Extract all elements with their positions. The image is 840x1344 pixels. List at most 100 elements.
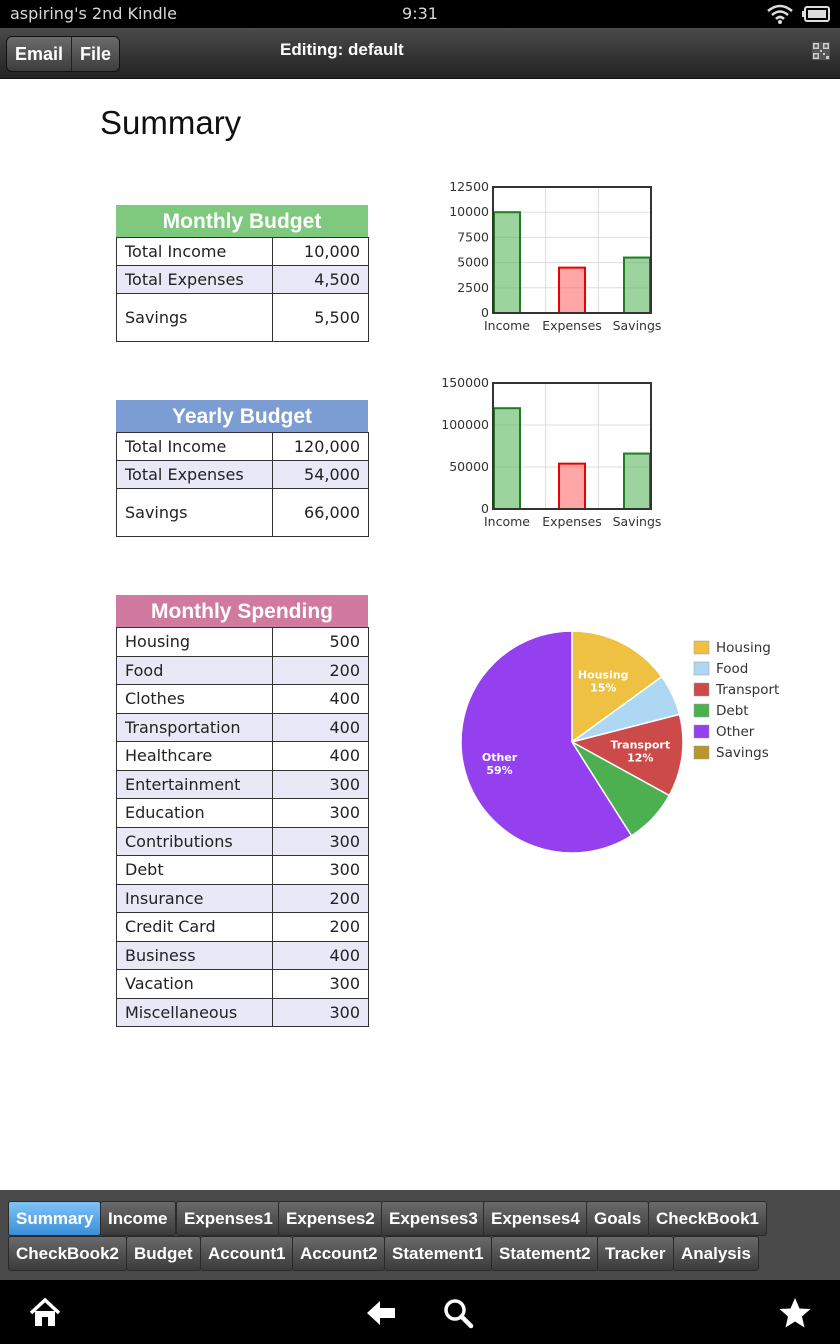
tab-statement1[interactable]: Statement1 xyxy=(384,1236,492,1271)
tab-income[interactable]: Income xyxy=(100,1201,176,1236)
table-cell-label: Total Income xyxy=(115,432,274,461)
table-row: Credit Card 200 xyxy=(115,912,369,942)
tab-expenses1[interactable]: Expenses1 xyxy=(176,1201,281,1236)
pie-slice-percent: 12% xyxy=(627,752,653,765)
back-icon[interactable] xyxy=(364,1296,398,1330)
table-cell-value: 300 xyxy=(272,798,369,828)
table-cell-label: Contributions xyxy=(115,826,274,856)
tab-budget[interactable]: Budget xyxy=(126,1236,201,1271)
table-row: Education 300 xyxy=(115,798,369,828)
monthly-budget-table: Total Income 10,000 Total Expenses 4,500… xyxy=(115,237,369,342)
bar xyxy=(558,462,586,510)
yearly-budget-table: Total Income 120,000 Total Expenses 54,0… xyxy=(115,432,369,537)
table-cell-value: 10,000 xyxy=(272,237,369,266)
tab-account2[interactable]: Account2 xyxy=(292,1236,386,1271)
y-tick-label: 100000 xyxy=(441,417,489,432)
monthly-spending-table: Housing 500 Food 200 Clothes 400 Transportatio… xyxy=(115,627,369,1027)
table-cell-value: 400 xyxy=(272,940,369,970)
sheet-tab-bar: Summary Income Expenses1 Expenses2 Expenses3… xyxy=(0,1190,840,1280)
table-cell-value: 400 xyxy=(272,684,369,714)
table-row: Vacation 300 xyxy=(115,969,369,999)
x-tick-label: Income xyxy=(484,514,530,529)
table-cell-value: 500 xyxy=(272,627,369,657)
yearly-budget-bar-chart: 050000100000150000Income Expenses Savings xyxy=(441,375,662,529)
table-row: Insurance 200 xyxy=(115,883,369,913)
file-button[interactable]: File xyxy=(71,37,120,71)
table-cell-label: Food xyxy=(115,655,274,685)
table-cell-label: Education xyxy=(115,798,274,828)
qr-code-icon[interactable] xyxy=(812,42,830,60)
y-tick-label: 150000 xyxy=(441,375,489,390)
table-cell-value: 400 xyxy=(272,712,369,742)
table-cell-value: 54,000 xyxy=(272,460,369,489)
legend-swatch xyxy=(693,682,710,697)
table-row: Entertainment 300 xyxy=(115,769,369,799)
x-tick-label: Expenses xyxy=(542,514,602,529)
table-cell-value: 400 xyxy=(272,741,369,771)
table-cell-label: Credit Card xyxy=(115,912,274,942)
tab-expenses3[interactable]: Expenses3 xyxy=(381,1201,486,1236)
legend-label: Other xyxy=(716,724,755,740)
monthly-budget-bar-chart: 02500500075001000012500Income Expenses Sav… xyxy=(449,179,661,333)
tab-statement2[interactable]: Statement2 xyxy=(491,1236,599,1271)
table-cell-label: Transportation xyxy=(115,712,274,742)
tab-checkbook1[interactable]: CheckBook1 xyxy=(648,1201,767,1236)
x-tick-label: Savings xyxy=(613,514,662,529)
y-tick-label: 10000 xyxy=(449,204,489,219)
table-row: Healthcare 400 xyxy=(115,741,369,771)
bar xyxy=(558,266,586,314)
spending-pie-chart: Housing15%Transport12%Other59%HousingFoo… xyxy=(460,630,779,854)
table-row: Total Expenses 4,500 xyxy=(115,265,369,294)
tab-checkbook2[interactable]: CheckBook2 xyxy=(8,1236,127,1271)
bar xyxy=(623,452,651,510)
monthly-budget-header: Monthly Budget xyxy=(116,205,368,238)
table-cell-value: 120,000 xyxy=(272,432,369,461)
tab-goals[interactable]: Goals xyxy=(586,1201,650,1236)
table-cell-value: 200 xyxy=(272,883,369,913)
tab-expenses4[interactable]: Expenses4 xyxy=(483,1201,588,1236)
email-button[interactable]: Email xyxy=(7,37,72,71)
table-row: Savings 5,500 xyxy=(115,293,369,342)
y-tick-label: 50000 xyxy=(449,459,489,474)
table-row: Transportation 400 xyxy=(115,712,369,742)
editing-label: Editing: default xyxy=(280,40,404,59)
tab-analysis[interactable]: Analysis xyxy=(673,1236,759,1271)
table-row: Miscellaneous 300 xyxy=(115,997,369,1027)
table-cell-label: Clothes xyxy=(115,684,274,714)
tab-expenses2[interactable]: Expenses2 xyxy=(278,1201,383,1236)
table-cell-value: 200 xyxy=(272,655,369,685)
table-cell-label: Savings xyxy=(115,488,274,537)
table-cell-value: 66,000 xyxy=(272,488,369,537)
legend-label: Savings xyxy=(716,745,769,761)
table-cell-label: Vacation xyxy=(115,969,274,999)
table-row: Savings 66,000 xyxy=(115,488,369,537)
pie-slice-label: Housing xyxy=(578,669,629,682)
table-row: Food 200 xyxy=(115,655,369,685)
legend-swatch xyxy=(693,640,710,655)
y-tick-label: 7500 xyxy=(457,229,489,244)
yearly-budget-header: Yearly Budget xyxy=(116,400,368,433)
table-row: Total Income 120,000 xyxy=(115,432,369,461)
legend-label: Food xyxy=(716,661,748,677)
bar xyxy=(623,256,651,314)
favorites-icon[interactable] xyxy=(778,1296,812,1330)
tab-tracker[interactable]: Tracker xyxy=(597,1236,674,1271)
y-tick-label: 2500 xyxy=(457,280,489,295)
tab-summary[interactable]: Summary xyxy=(8,1201,102,1236)
y-tick-label: 12500 xyxy=(449,179,489,194)
search-icon[interactable] xyxy=(441,1296,475,1330)
status-bar: aspiring's 2nd Kindle 9:31 xyxy=(0,0,840,28)
tab-account1[interactable]: Account1 xyxy=(200,1236,294,1271)
table-cell-value: 300 xyxy=(272,769,369,799)
battery-icon xyxy=(802,6,830,22)
table-row: Contributions 300 xyxy=(115,826,369,856)
table-cell-label: Business xyxy=(115,940,274,970)
table-row: Business 400 xyxy=(115,940,369,970)
home-icon[interactable] xyxy=(28,1296,62,1330)
table-cell-label: Entertainment xyxy=(115,769,274,799)
bar xyxy=(493,211,521,315)
page-title: Summary xyxy=(100,104,242,141)
table-cell-value: 4,500 xyxy=(272,265,369,294)
table-cell-label: Debt xyxy=(115,855,274,885)
table-cell-value: 5,500 xyxy=(272,293,369,342)
